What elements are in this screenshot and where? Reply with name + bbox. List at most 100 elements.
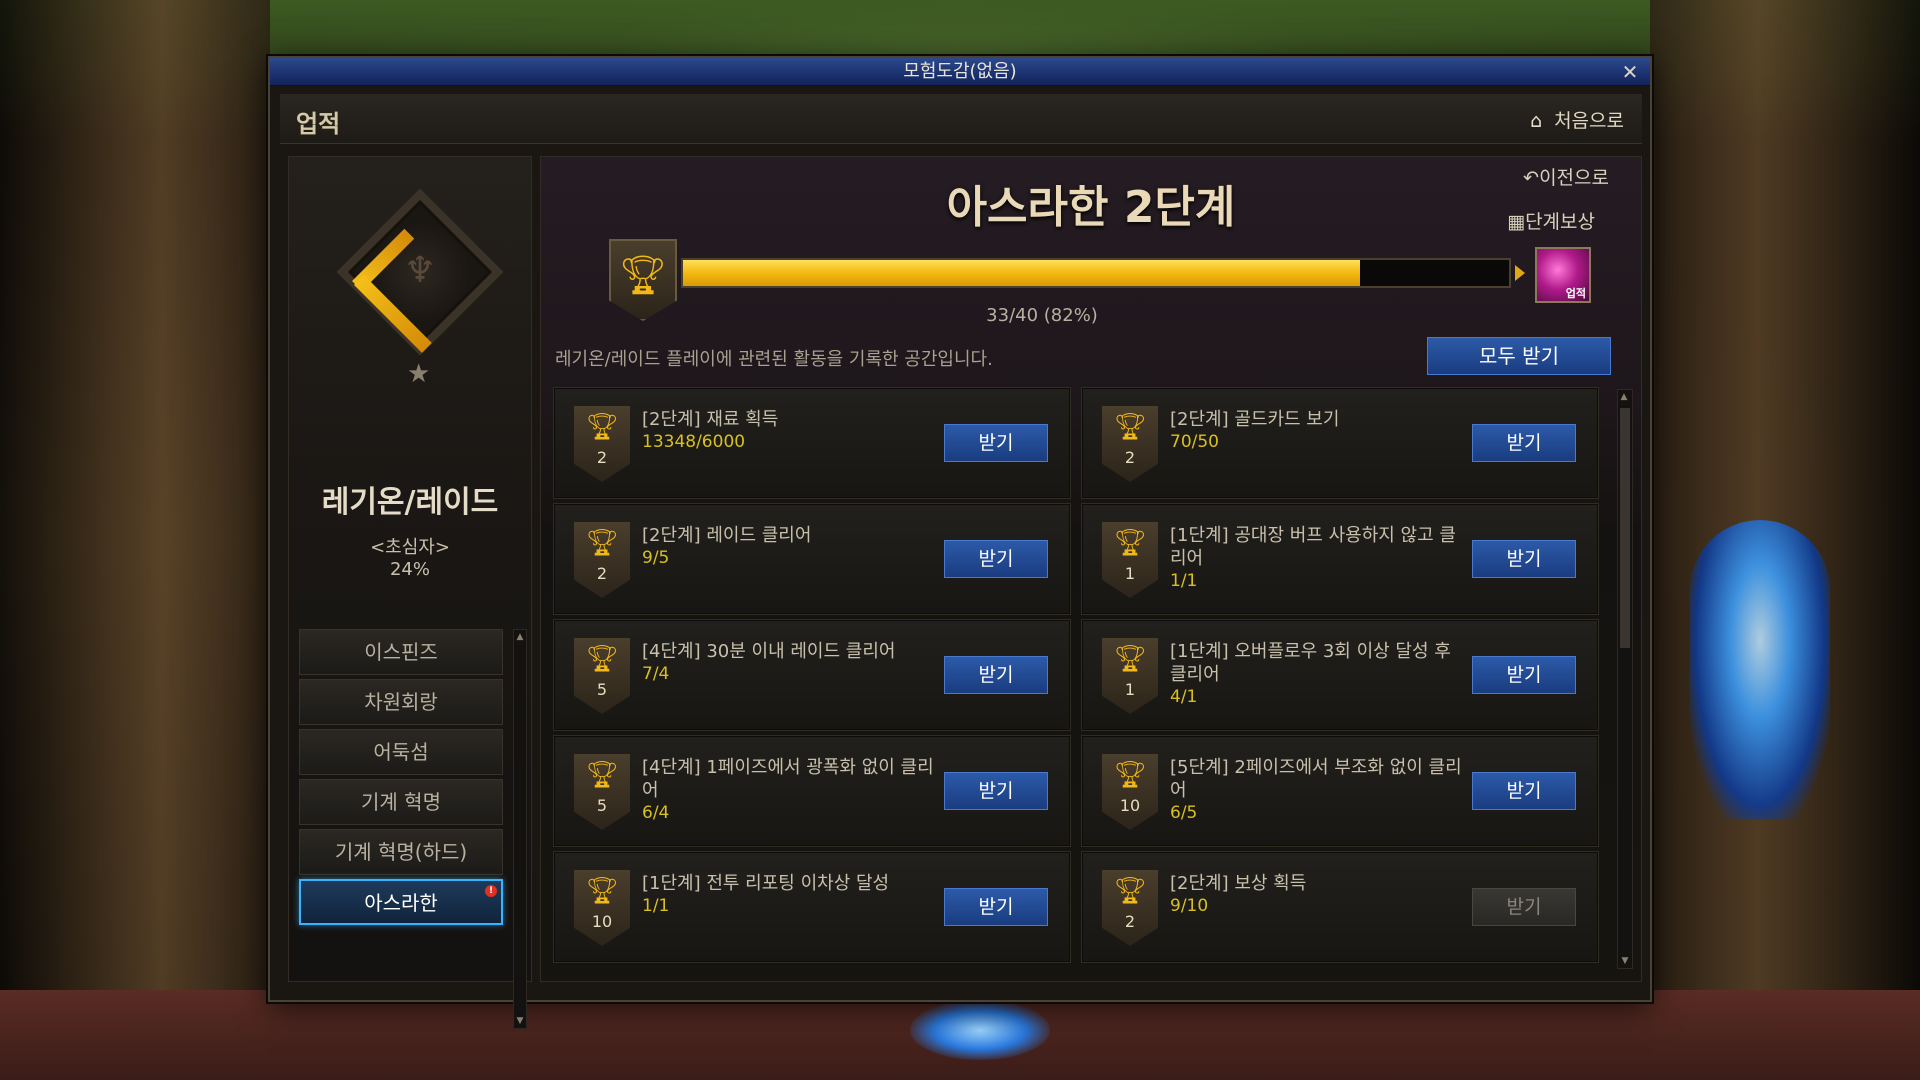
page-title: 업적 — [296, 110, 341, 138]
achievement-name: [1단계] 오버플로우 3회 이상 달성 후 클리어 — [1170, 641, 1451, 685]
trophy-icon: 🏆︎ — [585, 760, 619, 790]
category-description: 레기온/레이드 플레이에 관련된 활동을 기록한 공간입니다. — [555, 349, 993, 370]
achievement-name: [2단계] 레이드 클리어 — [642, 525, 812, 546]
claim-button[interactable]: 받기 — [944, 656, 1048, 694]
achievement-info: [2단계] 보상 획득 9/10 — [1170, 872, 1470, 918]
trophy-icon: 🏆︎ — [585, 644, 619, 674]
scroll-thumb[interactable] — [1620, 408, 1630, 648]
menu-scrollbar[interactable]: ▲ ▼ — [513, 629, 527, 1029]
achievement-progress: 6/5 — [1170, 803, 1198, 823]
achievement-name: [2단계] 골드카드 보기 — [1170, 409, 1340, 430]
claim-button[interactable]: 받기 — [944, 888, 1048, 926]
achievement-progress: 1/1 — [1170, 571, 1198, 591]
achievement-name: [2단계] 재료 획득 — [642, 409, 779, 430]
stage-progress-fill — [683, 260, 1361, 286]
stage-reward-label: 단계보상 — [1525, 211, 1595, 233]
background-portal — [1690, 520, 1830, 820]
background-tree-left — [0, 0, 270, 1080]
trophy-icon: 🏆︎ — [1113, 412, 1147, 442]
achievement-card: 🏆︎ 10 [1단계] 전투 리포팅 이차상 달성 1/1 받기 — [553, 851, 1071, 963]
achievement-points: 5 — [596, 680, 608, 699]
claim-button[interactable]: 받기 — [1472, 540, 1576, 578]
achievement-info: [1단계] 공대장 버프 사용하지 않고 클리어 1/1 — [1170, 524, 1470, 593]
trophy-icon: 🏆︎ — [585, 876, 619, 906]
achievement-badge: 🏆︎ 5 — [574, 754, 630, 830]
achievement-info: [4단계] 1페이즈에서 광폭화 없이 클리어 6/4 — [642, 756, 942, 825]
trophy-icon: 🏆︎ — [1113, 760, 1147, 790]
achievement-progress: 70/50 — [1170, 432, 1219, 452]
claim-button[interactable]: 받기 — [1472, 888, 1576, 926]
category-name: 레기온/레이드 — [321, 485, 499, 520]
scroll-up-icon[interactable]: ▲ — [514, 630, 526, 644]
achievement-badge: 🏆︎ 2 — [574, 406, 630, 482]
achievement-info: [2단계] 레이드 클리어 9/5 — [642, 524, 942, 570]
achievement-points: 10 — [1119, 796, 1141, 815]
stage-reward-link[interactable]: ▦단계보상 — [1507, 207, 1595, 234]
achievement-name: [2단계] 보상 획득 — [1170, 873, 1307, 894]
achievement-info: [4단계] 30분 이내 레이드 클리어 7/4 — [642, 640, 942, 686]
close-icon[interactable]: ✕ — [1618, 60, 1642, 84]
achievement-badge: 🏆︎ 10 — [574, 870, 630, 946]
menu-item-ispins[interactable]: 이스핀즈 — [299, 629, 503, 675]
achievement-grid: 🏆︎ 2 [2단계] 재료 획득 13348/6000 받기 🏆︎ 2 [2단계] 골드카드 … — [553, 387, 1613, 971]
achievement-badge: 🏆︎ 5 — [574, 638, 630, 714]
window-titlebar[interactable]: 모험도감(없음) ✕ — [270, 58, 1650, 86]
achievement-info: [2단계] 골드카드 보기 70/50 — [1170, 408, 1470, 454]
background-portal-floor — [910, 1000, 1050, 1060]
achievement-points: 2 — [1124, 448, 1136, 467]
achievement-card: 🏆︎ 5 [4단계] 1페이즈에서 광폭화 없이 클리어 6/4 받기 — [553, 735, 1071, 847]
achievement-name: [1단계] 전투 리포팅 이차상 달성 — [642, 873, 890, 894]
menu-item-asrahan[interactable]: 아스라한 ! — [299, 879, 503, 925]
achievement-progress: 6/4 — [642, 803, 670, 823]
trophy-icon: 🏆︎ — [1113, 644, 1147, 674]
achievement-points: 1 — [1124, 564, 1136, 583]
claim-all-button[interactable]: 모두 받기 — [1427, 337, 1611, 375]
menu-item-machine-revolution-hard[interactable]: 기계 혁명(하드) — [299, 829, 503, 875]
home-label: 처음으로 — [1554, 110, 1624, 132]
achievement-card: 🏆︎ 5 [4단계] 30분 이내 레이드 클리어 7/4 받기 — [553, 619, 1071, 731]
achievement-name: [4단계] 1페이즈에서 광폭화 없이 클리어 — [642, 757, 934, 801]
stage-progress-bar — [681, 258, 1511, 288]
menu-item-machine-revolution[interactable]: 기계 혁명 — [299, 779, 503, 825]
claim-button[interactable]: 받기 — [1472, 656, 1576, 694]
stage-title: 아스라한 2단계 — [946, 182, 1236, 233]
achievement-info: [2단계] 재료 획득 13348/6000 — [642, 408, 942, 454]
claim-button[interactable]: 받기 — [1472, 772, 1576, 810]
achievement-badge: 🏆︎ 1 — [1102, 638, 1158, 714]
achievement-card: 🏆︎ 1 [1단계] 오버플로우 3회 이상 달성 후 클리어 4/1 받기 — [1081, 619, 1599, 731]
claim-button[interactable]: 받기 — [1472, 424, 1576, 462]
claim-button[interactable]: 받기 — [944, 424, 1048, 462]
trophy-icon: 🏆︎ — [585, 528, 619, 558]
home-link[interactable]: ⌂ 처음으로 — [1530, 106, 1624, 133]
achievement-card: 🏆︎ 1 [1단계] 공대장 버프 사용하지 않고 클리어 1/1 받기 — [1081, 503, 1599, 615]
home-icon: ⌂ — [1530, 110, 1543, 132]
achievement-points: 10 — [591, 912, 613, 931]
trophy-icon: 🏆︎ — [1113, 876, 1147, 906]
achievement-progress: 7/4 — [642, 664, 670, 684]
claim-button[interactable]: 받기 — [944, 540, 1048, 578]
adventure-book-window: 모험도감(없음) ✕ 업적 ⌂ 처음으로 ♆ ★ 레기온/레이드 <초심자> 24… — [268, 56, 1652, 1029]
menu-item-dark-island[interactable]: 어둑섬 — [299, 729, 503, 775]
achievement-card: 🏆︎ 2 [2단계] 레이드 클리어 9/5 받기 — [553, 503, 1071, 615]
achievement-points: 5 — [596, 796, 608, 815]
achievement-badge: 🏆︎ 2 — [1102, 406, 1158, 482]
menu-item-dimension-corridor[interactable]: 차원회랑 — [299, 679, 503, 725]
star-icon: ★ — [407, 359, 431, 389]
claim-button[interactable]: 받기 — [944, 772, 1048, 810]
stage-reward-icon[interactable]: 업적 — [1535, 247, 1591, 303]
achievement-info: [5단계] 2페이즈에서 부조화 없이 클리어 6/5 — [1170, 756, 1470, 825]
achievement-scrollbar[interactable]: ▲ ▼ — [1617, 389, 1633, 969]
achievement-badge: 🏆︎ 1 — [1102, 522, 1158, 598]
scroll-up-icon[interactable]: ▲ — [1618, 390, 1630, 404]
back-link[interactable]: ↶이전으로 — [1523, 163, 1609, 190]
back-label: 이전으로 — [1539, 167, 1609, 189]
scroll-down-icon[interactable]: ▼ — [514, 1014, 526, 1028]
achievement-name: [1단계] 공대장 버프 사용하지 않고 클리어 — [1170, 525, 1456, 569]
achievement-progress: 13348/6000 — [642, 432, 746, 452]
sidebar: ♆ ★ 레기온/레이드 <초심자> 24% 이스핀즈 차원회랑 어둑섬 기계 혁… — [288, 156, 532, 1029]
achievement-badge: 🏆︎ 2 — [1102, 870, 1158, 946]
scroll-down-icon[interactable]: ▼ — [1619, 954, 1631, 968]
achievement-card: 🏆︎ 10 [5단계] 2페이즈에서 부조화 없이 클리어 6/5 받기 — [1081, 735, 1599, 847]
achievement-points: 2 — [1124, 912, 1136, 931]
category-emblem: ♆ ★ — [319, 187, 504, 389]
